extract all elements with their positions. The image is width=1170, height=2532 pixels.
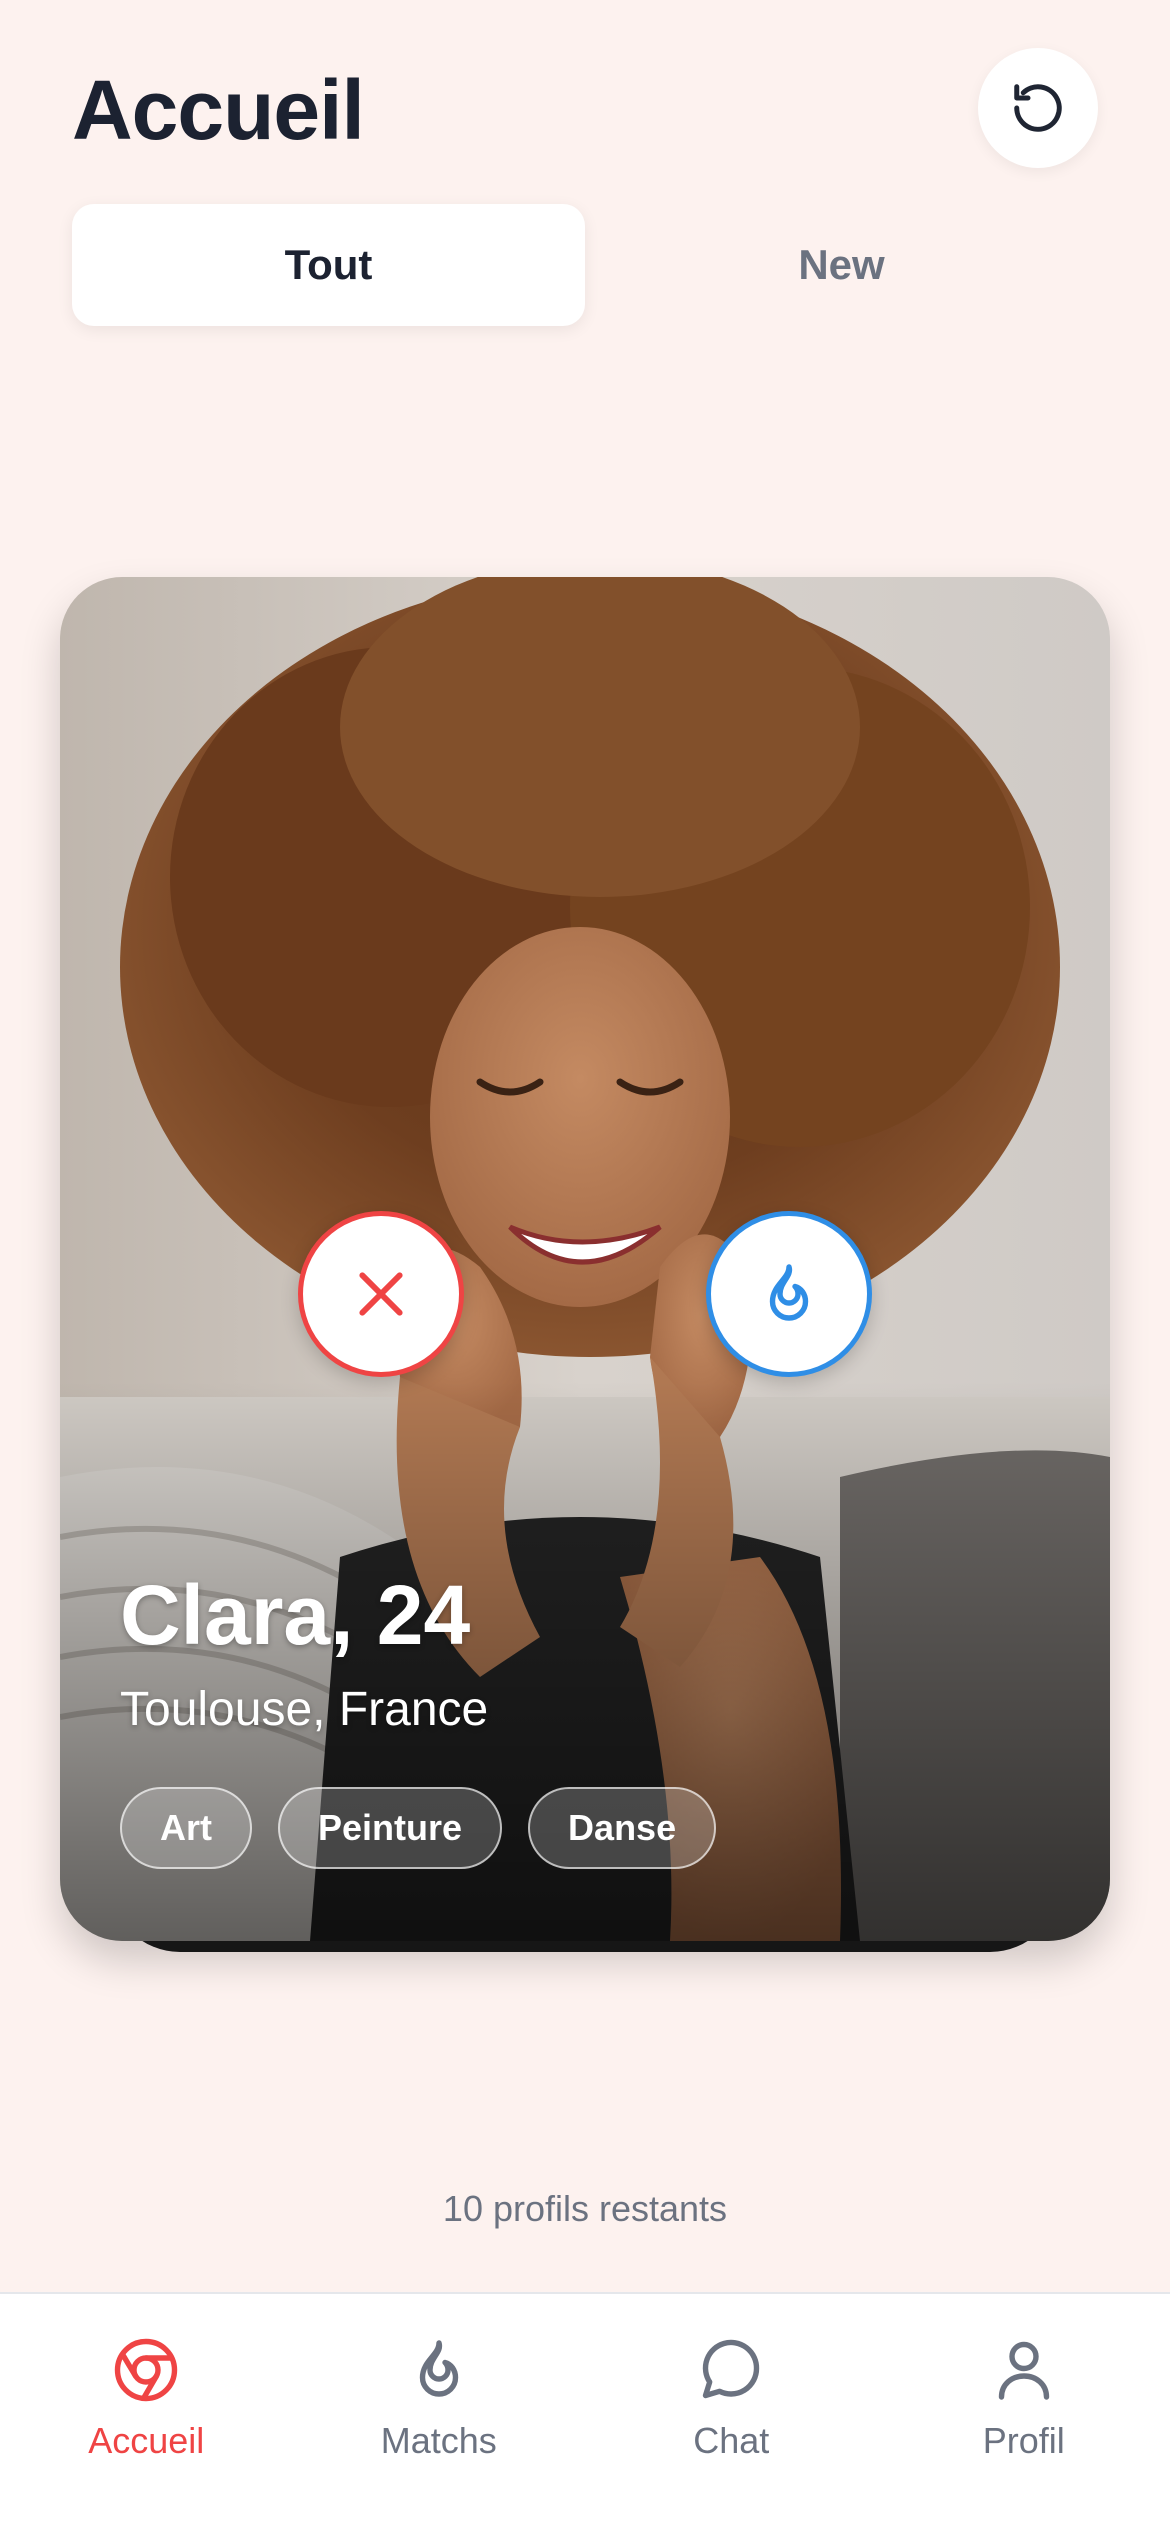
tab-tout[interactable]: Tout [72, 204, 585, 326]
profile-location: Toulouse, France [120, 1683, 489, 1736]
profile-card[interactable]: Clara, 24 Toulouse, France Art Peinture … [60, 577, 1110, 1941]
chat-bubble-icon [703, 2339, 760, 2399]
filter-tabs: Tout New [72, 204, 1098, 326]
profile-name-age: Clara, 24 [120, 1568, 471, 1662]
refresh-button[interactable] [978, 48, 1098, 168]
nav-item-matchs[interactable]: Matchs [293, 2294, 586, 2532]
interest-chip: Art [120, 1787, 252, 1869]
nav-label: Profil [982, 2420, 1065, 2461]
user-icon [998, 2341, 1049, 2400]
refresh-icon [1014, 84, 1062, 132]
dislike-button[interactable] [298, 1211, 464, 1377]
interest-chips: Art Peinture Danse [120, 1787, 717, 1869]
bottom-navigation: Accueil Matchs Chat Profil [0, 2292, 1170, 2532]
nav-item-profil[interactable]: Profil [878, 2294, 1170, 2532]
remaining-profiles-count: 10 profils restants [442, 2188, 728, 2229]
flame-icon [769, 1264, 809, 1321]
like-button[interactable] [706, 1211, 872, 1377]
tab-new[interactable]: New [585, 204, 1098, 326]
nav-item-accueil[interactable]: Accueil [0, 2294, 293, 2532]
nav-label: Accueil [88, 2420, 205, 2461]
nav-label: Matchs [380, 2420, 497, 2461]
nav-label: Chat [693, 2420, 770, 2461]
page-title: Accueil [72, 63, 365, 157]
app-screen: Accueil Tout New Clara, 24 Toulouse, Fra… [0, 0, 1170, 2532]
nav-item-chat[interactable]: Chat [585, 2294, 878, 2532]
flame-icon [419, 2340, 458, 2397]
interest-chip: Danse [528, 1787, 717, 1869]
interest-chip: Peinture [278, 1787, 503, 1869]
home-logo-icon [115, 2338, 178, 2402]
close-icon [359, 1272, 403, 1316]
